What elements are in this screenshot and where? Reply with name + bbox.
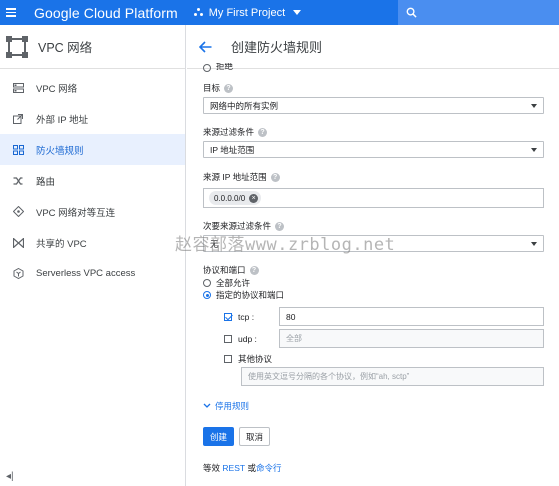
sidebar-item-routes[interactable]: 路由 [0, 165, 185, 196]
source-filter-value: IP 地址范围 [210, 144, 255, 155]
form-actions: 创建 取消 [203, 427, 271, 446]
tcp-row[interactable]: tcp : [224, 307, 254, 326]
help-icon[interactable]: ? [270, 172, 280, 182]
peering-icon [0, 206, 36, 217]
footer-prefix: 等效 [203, 463, 221, 473]
chevron-down-icon [203, 403, 211, 408]
source-filter-select[interactable]: IP 地址范围 [203, 141, 544, 158]
collapse-sidebar-icon[interactable]: ◂| [6, 471, 14, 482]
disable-rule-label: 停用规则 [215, 401, 250, 411]
sidebar-title: VPC 网络 [38, 41, 93, 55]
target-select[interactable]: 网络中的所有实例 [203, 97, 544, 114]
target-label: 目标 [203, 83, 221, 93]
udp-ports-input[interactable]: 全部 [279, 329, 544, 348]
watermark: 赵容部落www.zrblog.net [175, 235, 396, 255]
command-line-link[interactable]: 命令行 [256, 462, 282, 474]
specified-label: 指定的协议和端口 [216, 290, 285, 300]
sidebar-item-serverless[interactable]: Serverless VPC access [0, 258, 185, 289]
brand-title[interactable]: Google Cloud Platform [34, 5, 178, 21]
project-hexagon-icon [193, 7, 204, 18]
menu-icon[interactable] [0, 0, 22, 25]
sidebar-item-external-ip[interactable]: 外部 IP 地址 [0, 103, 185, 134]
deny-radio-row[interactable]: 拒绝 [203, 63, 233, 73]
other-checkbox[interactable] [224, 355, 232, 363]
source-ip-label: 来源 IP 地址范围 [203, 172, 267, 182]
ip-range-value: 0.0.0.0/0 [214, 193, 246, 203]
equivalent-footer: 等效 REST 或 命令行 [203, 462, 281, 474]
udp-label: udp : [238, 333, 257, 344]
tcp-checkbox[interactable] [224, 312, 232, 321]
disable-rule-link[interactable]: 停用规则 [203, 400, 249, 412]
tcp-label: tcp : [238, 311, 255, 322]
external-ip-icon [0, 113, 36, 124]
page-header: 创建防火墙规则 [187, 25, 559, 69]
source-filter-label: 来源过滤条件 [203, 127, 255, 137]
target-label-row: 目标 ? [203, 82, 234, 94]
chevron-down-icon [293, 10, 302, 15]
protocols-label-row: 协议和端口 ? [203, 264, 259, 276]
sidebar-item-label: VPC 网络 [36, 83, 78, 95]
sidebar-item-label: VPC 网络对等互连 [36, 207, 116, 219]
allow-all-row[interactable]: 全部允许 [203, 277, 250, 289]
sidebar-item-peering[interactable]: VPC 网络对等互连 [0, 196, 185, 227]
other-label: 其他协议 [238, 354, 273, 364]
shared-vpc-icon [0, 237, 36, 248]
udp-checkbox[interactable] [224, 334, 232, 343]
search-bar[interactable] [398, 0, 559, 25]
chevron-down-icon [531, 241, 537, 246]
source-ip-input[interactable]: 0.0.0.0/0 × [203, 188, 544, 208]
project-name: My First Project [208, 6, 286, 19]
protocols-label: 协议和端口 [203, 265, 246, 275]
udp-row[interactable]: udp : [224, 329, 257, 348]
rest-link[interactable]: REST [222, 463, 245, 473]
sidebar-item-label: 共享的 VPC [36, 238, 87, 250]
other-row[interactable]: 其他协议 [224, 353, 272, 365]
other-protocols-input[interactable]: 使用英文逗号分隔的各个协议，例如“ah, sctp” [241, 367, 544, 386]
sidebar-item-label: Serverless VPC access [36, 268, 136, 279]
remove-chip-icon[interactable]: × [249, 193, 259, 203]
serverless-icon [0, 268, 36, 279]
specified-row[interactable]: 指定的协议和端口 [203, 289, 284, 301]
deny-label: 拒绝 [216, 63, 234, 71]
source-filter-label-row: 来源过滤条件 ? [203, 126, 268, 138]
help-icon[interactable]: ? [249, 265, 259, 275]
vpc-logo-icon [6, 35, 28, 58]
back-arrow-icon[interactable] [199, 40, 217, 53]
create-button[interactable]: 创建 [203, 427, 235, 446]
tcp-ports-input[interactable]: 80 [279, 307, 544, 326]
search-icon [406, 7, 417, 18]
vpc-network-icon [0, 82, 36, 93]
target-value: 网络中的所有实例 [210, 100, 279, 111]
allow-all-radio[interactable] [203, 279, 211, 287]
ip-range-chip[interactable]: 0.0.0.0/0 × [209, 191, 262, 205]
cancel-button[interactable]: 取消 [239, 427, 271, 446]
sidebar-item-label: 外部 IP 地址 [36, 114, 89, 126]
firewall-icon [0, 144, 36, 155]
main-content: 创建防火墙规则 拒绝 目标 ? 网络中的所有实例 来源过滤条件 ? IP 地址范… [187, 25, 559, 486]
chevron-down-icon [531, 147, 537, 152]
sidebar-item-label: 防火墙规则 [36, 145, 84, 157]
source-ip-label-row: 来源 IP 地址范围 ? [203, 171, 280, 183]
footer-or: 或 [247, 463, 256, 473]
sidebar: VPC 网络 VPC 网络 外部 IP 地址 防火墙规则 路由 VPC 网络对等… [0, 25, 186, 486]
chevron-down-icon [531, 103, 537, 108]
sidebar-item-label: 路由 [36, 176, 56, 188]
page-title: 创建防火墙规则 [231, 40, 323, 55]
sidebar-item-vpc-network[interactable]: VPC 网络 [0, 72, 185, 103]
help-icon[interactable]: ? [258, 127, 268, 137]
deny-radio[interactable] [203, 64, 211, 72]
sidebar-item-shared-vpc[interactable]: 共享的 VPC [0, 227, 185, 258]
help-icon[interactable]: ? [224, 83, 234, 93]
sidebar-item-firewall[interactable]: 防火墙规则 [0, 134, 185, 165]
specified-radio[interactable] [203, 291, 211, 299]
routes-icon [0, 176, 36, 186]
project-selector[interactable]: My First Project [193, 6, 302, 19]
sidebar-header: VPC 网络 [0, 25, 185, 69]
top-app-bar: Google Cloud Platform My First Project [0, 0, 559, 25]
allow-all-label: 全部允许 [216, 278, 251, 288]
